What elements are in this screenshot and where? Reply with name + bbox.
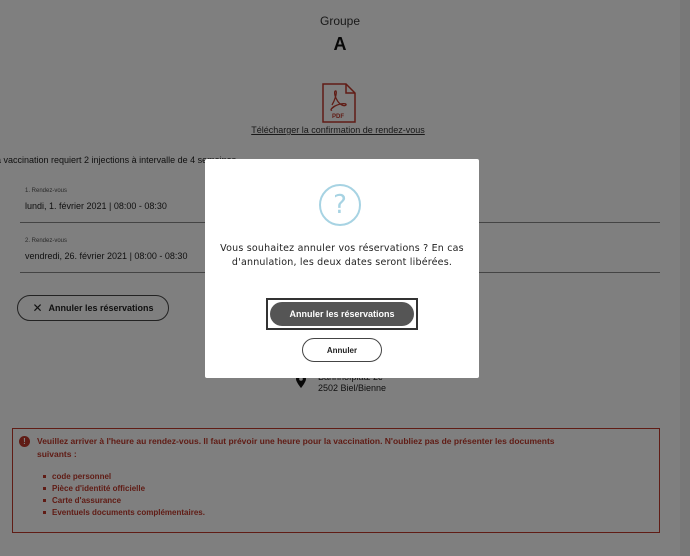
dialog-message: Vous souhaitez annuler vos réservations …	[220, 243, 464, 268]
cancel-confirmation-dialog: ? Vous souhaitez annuler vos réservation…	[205, 159, 479, 378]
dismiss-button[interactable]: Annuler	[302, 338, 382, 362]
question-icon: ?	[319, 184, 361, 226]
confirm-cancel-button[interactable]: Annuler les réservations	[270, 302, 414, 326]
